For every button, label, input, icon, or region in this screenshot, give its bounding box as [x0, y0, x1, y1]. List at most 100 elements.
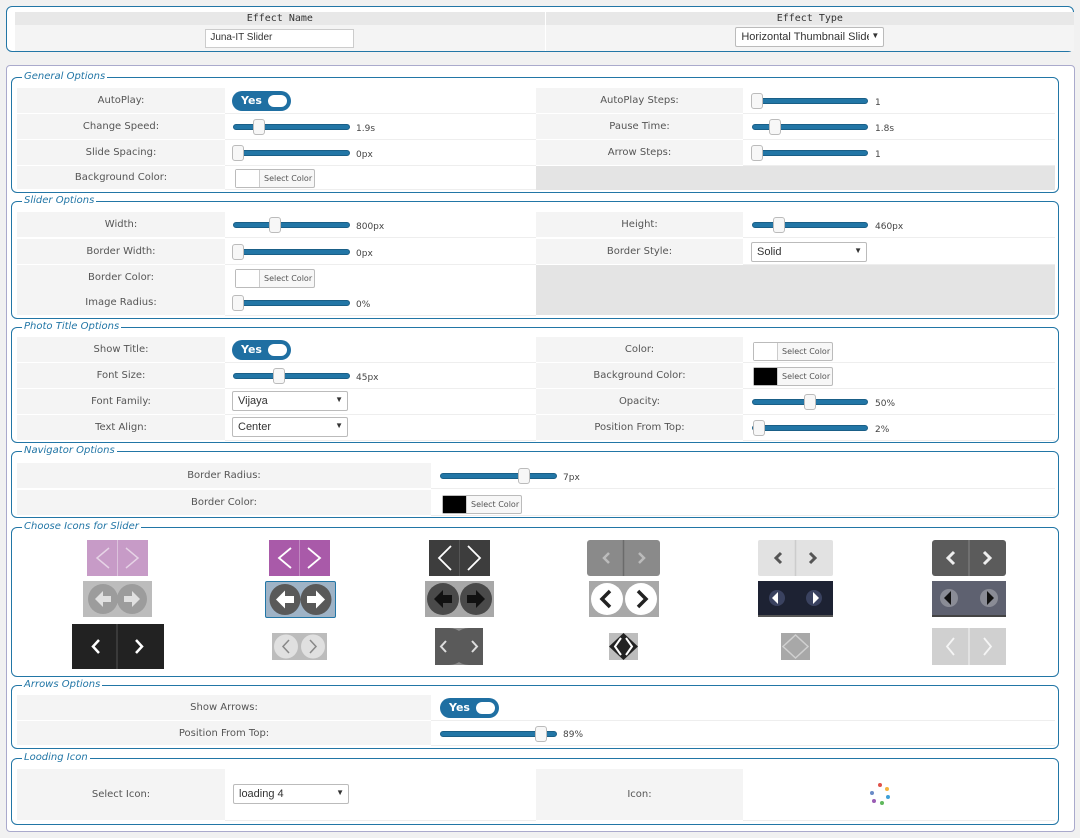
- arrows-pos-value: 89%: [563, 730, 584, 740]
- show-title-toggle[interactable]: Yes: [232, 340, 291, 360]
- circle-arrows-icon: [591, 583, 657, 615]
- slider-handle[interactable]: [269, 217, 281, 233]
- slider-handle[interactable]: [751, 145, 763, 161]
- change-speed-slider[interactable]: [233, 119, 350, 135]
- arrow-icon-12[interactable]: [932, 581, 1006, 617]
- image-radius-slider[interactable]: [232, 295, 350, 311]
- arrow-icon-10[interactable]: [589, 581, 659, 617]
- autoplay-steps-label: AutoPlay Steps:: [536, 88, 743, 114]
- image-radius-label: Image Radius:: [17, 290, 225, 316]
- slider-handle[interactable]: [232, 145, 244, 161]
- arrows-section: Arrows Options Show Arrows: Yes Position…: [11, 679, 1059, 749]
- border-width-label: Border Width:: [17, 239, 225, 265]
- slider-handle[interactable]: [804, 394, 816, 410]
- chevron-down-icon: ▼: [869, 30, 880, 40]
- border-width-cell: 0px: [225, 239, 536, 265]
- arrow-icon-8-selected[interactable]: [265, 581, 336, 618]
- toggle-knob: [268, 344, 287, 356]
- change-speed-cell: 1.9s: [225, 114, 536, 140]
- arrow-icon-14[interactable]: [272, 633, 327, 660]
- general-options-section: General Options AutoPlay: Yes AutoPlay S…: [11, 71, 1059, 193]
- slider-handle[interactable]: [773, 217, 785, 233]
- select-icon-label: Select Icon:: [17, 769, 225, 821]
- color-swatch: [236, 270, 260, 287]
- slider-handle[interactable]: [769, 119, 781, 135]
- slider-handle[interactable]: [518, 468, 530, 484]
- border-style-select[interactable]: Solid ▼: [751, 242, 867, 262]
- loading-icon-select[interactable]: loading 4 ▼: [233, 784, 349, 804]
- slider-handle[interactable]: [751, 93, 763, 109]
- arrow-icon-6[interactable]: [932, 540, 1006, 576]
- show-arrows-toggle[interactable]: Yes: [440, 698, 499, 718]
- arrow-steps-slider[interactable]: [751, 145, 868, 161]
- arrow-icon-2[interactable]: [269, 540, 330, 576]
- font-size-value: 45px: [356, 373, 379, 383]
- pause-time-slider[interactable]: [752, 119, 868, 135]
- arrows-pos-slider[interactable]: [440, 726, 557, 742]
- text-align-select[interactable]: Center ▼: [232, 417, 348, 437]
- opacity-slider[interactable]: [752, 394, 868, 410]
- slider-handle[interactable]: [535, 726, 547, 742]
- arrow-icon-15[interactable]: [435, 628, 483, 665]
- text-align-value: Center: [238, 421, 272, 433]
- arrow-icon-3[interactable]: [429, 540, 490, 576]
- slider-handle[interactable]: [232, 244, 244, 260]
- font-family-select[interactable]: Vijaya ▼: [232, 391, 348, 411]
- effect-type-select[interactable]: Horizontal Thumbnail Slide ▼: [735, 26, 885, 47]
- general-options-legend: General Options: [22, 71, 108, 83]
- circle-arrows-icon: [88, 584, 147, 614]
- font-size-label: Font Size:: [17, 363, 225, 389]
- bg-color-picker[interactable]: Select Color: [235, 169, 315, 188]
- autoplay-toggle[interactable]: Yes: [232, 91, 291, 111]
- title-color-picker[interactable]: Select Color: [753, 342, 833, 361]
- arrow-icon-11[interactable]: [758, 581, 833, 617]
- chevron-down-icon: ▼: [852, 246, 862, 255]
- title-pos-top-value: 2%: [875, 425, 890, 435]
- nav-border-radius-slider[interactable]: [440, 468, 557, 484]
- border-style-value: Solid: [757, 246, 782, 258]
- thin-arrows-icon: [95, 540, 140, 576]
- show-title-toggle-label: Yes: [241, 343, 262, 356]
- font-size-slider[interactable]: [233, 368, 350, 384]
- arrow-icon-4[interactable]: [587, 540, 660, 576]
- autoplay-steps-slider[interactable]: [751, 93, 868, 109]
- border-width-slider[interactable]: [232, 244, 350, 260]
- arrow-icon-1[interactable]: [87, 540, 148, 576]
- color-swatch: [236, 170, 260, 187]
- height-label: Height:: [536, 212, 743, 238]
- slider-handle[interactable]: [753, 420, 765, 436]
- arrow-icon-16[interactable]: [609, 633, 638, 660]
- arrows-legend: Arrows Options: [22, 679, 103, 691]
- effect-type-cell: Horizontal Thumbnail Slide ▼: [544, 25, 1074, 51]
- chevron-down-icon: ▼: [333, 395, 343, 404]
- arrow-icon-7[interactable]: [83, 581, 152, 617]
- slider-handle[interactable]: [273, 368, 285, 384]
- title-pos-top-slider[interactable]: [752, 420, 868, 436]
- pause-time-label: Pause Time:: [536, 114, 743, 140]
- width-slider[interactable]: [233, 217, 350, 233]
- arrow-icon-18[interactable]: [932, 628, 1006, 665]
- slider-options-section: Slider Options Width: 800px Height: 460p…: [11, 195, 1059, 319]
- border-color-picker[interactable]: Select Color: [235, 269, 315, 288]
- autoplay-label: AutoPlay:: [17, 88, 225, 114]
- arrow-icon-13[interactable]: [72, 624, 164, 669]
- effect-name-input[interactable]: Juna-IT Slider: [205, 28, 355, 48]
- slider-handle[interactable]: [253, 119, 265, 135]
- font-family-cell: Vijaya ▼: [225, 389, 536, 415]
- effect-name-header: Effect Name: [14, 12, 546, 25]
- title-bg-color-label: Background Color:: [536, 363, 743, 389]
- arrow-icon-5[interactable]: [758, 540, 833, 576]
- slide-spacing-label: Slide Spacing:: [17, 140, 225, 166]
- title-bg-color-picker[interactable]: Select Color: [753, 367, 833, 386]
- slide-spacing-slider[interactable]: [232, 145, 350, 161]
- select-color-text: Select Color: [782, 372, 831, 381]
- navigator-legend: Navigator Options: [22, 445, 117, 457]
- slider-handle[interactable]: [232, 295, 244, 311]
- autoplay-steps-value: 1: [875, 98, 881, 108]
- arrow-icon-9[interactable]: [425, 581, 494, 617]
- nav-border-color-picker[interactable]: Select Color: [442, 495, 522, 514]
- width-value: 800px: [356, 222, 385, 232]
- glow-arrows-icon: [769, 590, 822, 606]
- arrow-icon-17[interactable]: [781, 633, 810, 660]
- height-slider[interactable]: [752, 217, 868, 233]
